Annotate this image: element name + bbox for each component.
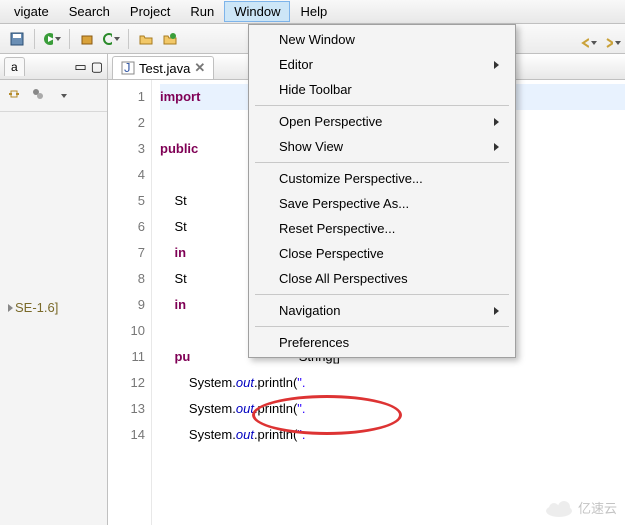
menu-search[interactable]: Search bbox=[59, 1, 120, 22]
menu-help[interactable]: Help bbox=[290, 1, 337, 22]
close-tab-icon[interactable]: ✕ bbox=[194, 60, 205, 76]
view-menu-icon[interactable] bbox=[54, 87, 72, 105]
editor-tab[interactable]: J Test.java ✕ bbox=[112, 56, 214, 79]
cloud-icon bbox=[544, 499, 574, 517]
menu-item-editor[interactable]: Editor bbox=[251, 52, 513, 77]
maximize-icon[interactable]: ▢ bbox=[91, 59, 103, 75]
menu-item-hide-toolbar[interactable]: Hide Toolbar bbox=[251, 77, 513, 102]
back-icon[interactable] bbox=[579, 34, 597, 52]
menu-separator bbox=[255, 326, 509, 327]
menu-item-open-perspective[interactable]: Open Perspective bbox=[251, 109, 513, 134]
svg-text:J: J bbox=[124, 61, 131, 75]
forward-icon[interactable] bbox=[603, 34, 621, 52]
refresh-icon[interactable] bbox=[102, 30, 120, 48]
open-folder-icon[interactable] bbox=[137, 30, 155, 48]
run-icon[interactable] bbox=[43, 30, 61, 48]
collapse-all-icon[interactable] bbox=[30, 86, 46, 105]
menubar: vigate Search Project Run Window Help bbox=[0, 0, 625, 24]
menu-item-new-window[interactable]: New Window bbox=[251, 27, 513, 52]
menu-item-navigation[interactable]: Navigation bbox=[251, 298, 513, 323]
save-icon[interactable] bbox=[8, 30, 26, 48]
menu-separator bbox=[255, 294, 509, 295]
menu-item-show-view[interactable]: Show View bbox=[251, 134, 513, 159]
open-type-icon[interactable] bbox=[161, 30, 179, 48]
sidebar: a ▭ ▢ SE-1.6] bbox=[0, 54, 108, 525]
menu-separator bbox=[255, 105, 509, 106]
menu-item-preferences[interactable]: Preferences bbox=[251, 330, 513, 355]
minimize-icon[interactable]: ▭ bbox=[74, 59, 86, 75]
sidebar-tab[interactable]: a bbox=[4, 57, 25, 76]
menu-run[interactable]: Run bbox=[180, 1, 224, 22]
menu-window[interactable]: Window bbox=[224, 1, 290, 22]
link-editor-icon[interactable] bbox=[6, 86, 22, 105]
line-gutter: 1234567891011121314 bbox=[108, 80, 152, 525]
package-icon[interactable] bbox=[78, 30, 96, 48]
menu-item-reset-perspective-[interactable]: Reset Perspective... bbox=[251, 216, 513, 241]
menu-separator bbox=[255, 162, 509, 163]
menu-navigate[interactable]: vigate bbox=[4, 1, 59, 22]
tree-item[interactable]: SE-1.6] bbox=[8, 300, 99, 315]
menu-item-close-all-perspectives[interactable]: Close All Perspectives bbox=[251, 266, 513, 291]
menu-item-customize-perspective-[interactable]: Customize Perspective... bbox=[251, 166, 513, 191]
toolbar-right bbox=[579, 30, 621, 56]
menu-project[interactable]: Project bbox=[120, 1, 180, 22]
editor-tab-label: Test.java bbox=[139, 61, 190, 76]
window-menu-dropdown: New WindowEditorHide Toolbar Open Perspec… bbox=[248, 24, 516, 358]
menu-item-close-perspective[interactable]: Close Perspective bbox=[251, 241, 513, 266]
menu-item-save-perspective-as-[interactable]: Save Perspective As... bbox=[251, 191, 513, 216]
java-file-icon: J bbox=[121, 61, 135, 75]
watermark: 亿速云 bbox=[544, 498, 617, 517]
